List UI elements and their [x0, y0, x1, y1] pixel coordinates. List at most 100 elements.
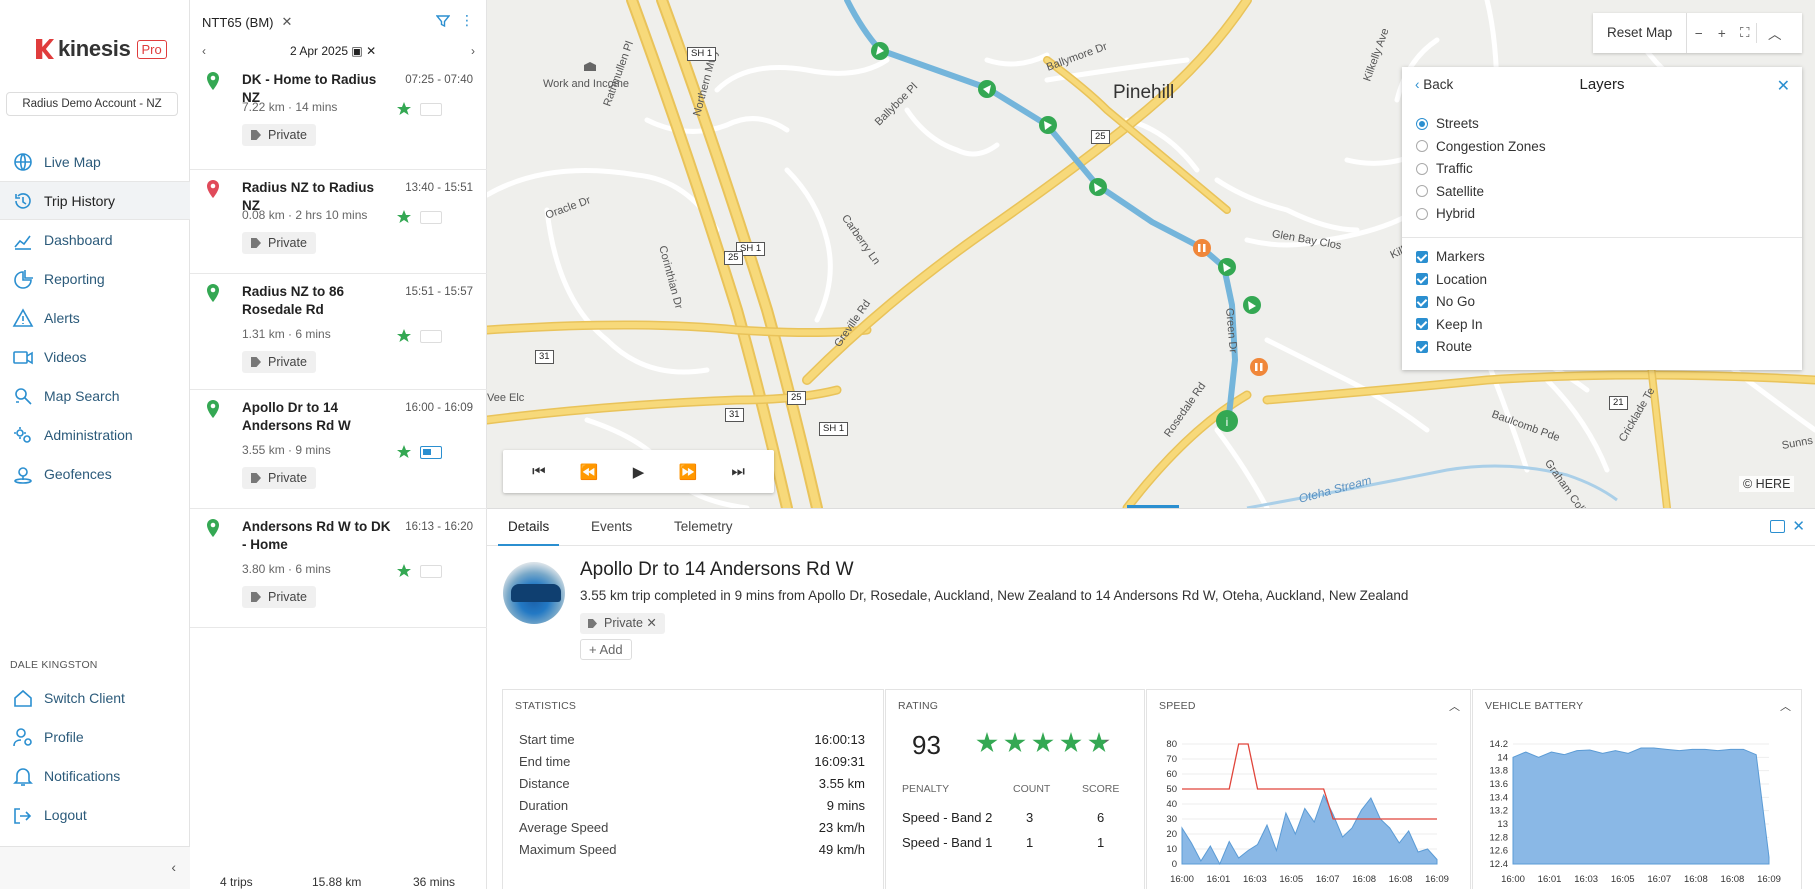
- star-icon[interactable]: [397, 329, 411, 343]
- nav-administration[interactable]: Administration: [0, 415, 190, 454]
- speed-chart[interactable]: 0 10 20 30 40 50 60 70 80 16:00 16:01 16:03 16:05 16:…: [1147, 720, 1472, 889]
- trip-list-item[interactable]: Apollo Dr to 14 Andersons Rd W 16:00 - 16…: [190, 390, 487, 509]
- collapse-sidebar-button[interactable]: ‹: [0, 846, 190, 889]
- map[interactable]: i Pinehill Work and Income Northern Mwy Ra…: [487, 0, 1815, 508]
- nav-switch-client[interactable]: Switch Client: [0, 678, 190, 717]
- nav-notifications[interactable]: Notifications: [0, 756, 190, 795]
- rewind-icon[interactable]: ⏪: [580, 463, 599, 481]
- reset-map-button[interactable]: Reset Map: [1593, 13, 1688, 53]
- checkbox[interactable]: [1416, 250, 1428, 263]
- next-day-button[interactable]: ›: [471, 44, 475, 58]
- trip-tag[interactable]: Private: [242, 232, 316, 254]
- chart-icon: [14, 235, 31, 250]
- y-tick-label: 13.8: [1490, 766, 1509, 777]
- layer-option-congestion-zones[interactable]: Congestion Zones: [1416, 139, 1546, 154]
- user-name: DALE KINGSTON: [10, 659, 98, 671]
- trip-list-item[interactable]: DK - Home to Radius NZ 07:25 - 07:40 7.22 …: [190, 62, 487, 170]
- nav-alerts[interactable]: Alerts: [0, 298, 190, 337]
- trip-tag[interactable]: Private: [242, 124, 316, 146]
- radio-button[interactable]: [1416, 117, 1428, 130]
- overlay-option-keep-in[interactable]: Keep In: [1416, 317, 1483, 332]
- zoom-in-icon[interactable]: +: [1710, 26, 1733, 41]
- tab-telemetry[interactable]: Telemetry: [674, 519, 733, 534]
- trip-select-toggle[interactable]: [420, 211, 442, 224]
- overlay-option-no-go[interactable]: No Go: [1416, 294, 1475, 309]
- nav-videos[interactable]: Videos: [0, 337, 190, 376]
- add-tag-button[interactable]: + Add: [580, 639, 632, 660]
- overlay-option-route[interactable]: Route: [1416, 339, 1472, 354]
- nav-map-search[interactable]: Map Search: [0, 376, 190, 415]
- layer-option-streets[interactable]: Streets: [1416, 116, 1479, 131]
- nav-reporting[interactable]: Reporting: [0, 259, 190, 298]
- star-icon[interactable]: [397, 445, 411, 459]
- trip-list-item[interactable]: Andersons Rd W to DK - Home 16:13 - 16:20…: [190, 509, 487, 628]
- trip-list-item[interactable]: Radius NZ to 86 Rosedale Rd 15:51 - 15:57…: [190, 274, 487, 390]
- battery-chart[interactable]: 12.4 12.6 12.8 13 13.2 13.4 13.6 13.8 14 14.2 16:0…: [1473, 720, 1803, 889]
- star-icon[interactable]: [397, 210, 411, 224]
- kinesis-logo[interactable]: kinesis Pro: [36, 36, 167, 62]
- clear-date-icon[interactable]: ✕: [366, 44, 376, 58]
- date-display[interactable]: 2 Apr 2025 ▣ ✕: [290, 44, 376, 58]
- trip-title: Apollo Dr to 14 Andersons Rd W: [242, 400, 351, 433]
- trip-list-item[interactable]: Radius NZ to Radius NZ 13:40 - 15:51 0.08 …: [190, 170, 487, 274]
- skip-end-icon[interactable]: ⏭: [731, 463, 745, 480]
- fast-forward-icon[interactable]: ⏩: [678, 463, 697, 481]
- nav-dashboard[interactable]: Dashboard: [0, 220, 190, 259]
- account-selector[interactable]: Radius Demo Account - NZ: [6, 92, 178, 116]
- zoom-out-icon[interactable]: −: [1687, 26, 1710, 41]
- nav-logout[interactable]: Logout: [0, 795, 190, 834]
- statistics-heading: STATISTICS: [515, 700, 577, 712]
- checkbox[interactable]: [1416, 318, 1428, 331]
- nav-label: Alerts: [44, 309, 80, 326]
- trip-select-toggle[interactable]: [420, 446, 442, 459]
- radio-button[interactable]: [1416, 140, 1428, 153]
- nav-live-map[interactable]: Live Map: [0, 142, 190, 181]
- trip-select-toggle[interactable]: [420, 103, 442, 116]
- checkbox[interactable]: [1416, 273, 1428, 286]
- more-options-icon[interactable]: ⋮: [460, 12, 474, 29]
- sidebar: kinesis Pro Radius Demo Account - NZ Liv…: [0, 0, 190, 889]
- layer-option-satellite[interactable]: Satellite: [1416, 184, 1484, 199]
- fullscreen-icon[interactable]: ⛶: [1733, 25, 1756, 41]
- radio-button[interactable]: [1416, 162, 1428, 175]
- overlay-option-markers[interactable]: Markers: [1416, 249, 1485, 264]
- layer-option-traffic[interactable]: Traffic: [1416, 161, 1473, 176]
- trip-select-toggle[interactable]: [420, 565, 442, 578]
- nav-geofences[interactable]: Geofences: [0, 454, 190, 493]
- star-icon[interactable]: [397, 102, 411, 116]
- checkbox[interactable]: [1416, 340, 1428, 353]
- trip-tag[interactable]: Private: [242, 586, 316, 608]
- nav-profile[interactable]: Profile: [0, 717, 190, 756]
- chevron-up-icon[interactable]: ︿: [1449, 698, 1460, 714]
- trip-tag[interactable]: Private: [242, 467, 316, 489]
- statistic-row: Average Speed 23 km/h: [519, 820, 865, 835]
- overlay-option-location[interactable]: Location: [1416, 272, 1487, 287]
- penalty-name: Speed - Band 1: [902, 835, 993, 850]
- close-details-icon[interactable]: ✕: [1792, 517, 1805, 535]
- trip-tag[interactable]: Private ✕: [580, 613, 665, 634]
- trip-select-toggle[interactable]: [420, 330, 442, 343]
- layout-icon[interactable]: [1770, 520, 1785, 533]
- chevron-up-icon[interactable]: ︿: [1756, 23, 1792, 43]
- layer-option-hybrid[interactable]: Hybrid: [1416, 206, 1475, 221]
- calendar-icon[interactable]: ▣: [351, 44, 362, 58]
- rating-heading: RATING: [898, 700, 939, 712]
- remove-tag-icon[interactable]: ✕: [646, 616, 656, 630]
- chevron-up-icon[interactable]: ︿: [1780, 698, 1791, 714]
- statistic-value: 16:00:13: [814, 732, 865, 747]
- tab-details[interactable]: Details: [497, 519, 560, 546]
- filter-icon[interactable]: [436, 14, 450, 28]
- skip-start-icon[interactable]: ⏮: [532, 463, 546, 480]
- checkbox[interactable]: [1416, 295, 1428, 308]
- close-icon[interactable]: ✕: [1777, 76, 1790, 96]
- previous-day-button[interactable]: ‹: [202, 44, 206, 58]
- nav-trip-history[interactable]: Trip History: [0, 181, 190, 220]
- clear-vehicle-icon[interactable]: ✕: [282, 14, 293, 30]
- radio-button[interactable]: [1416, 207, 1428, 220]
- y-tick-label: 0: [1172, 859, 1177, 870]
- star-icon[interactable]: [397, 564, 411, 578]
- play-icon[interactable]: ▶: [633, 463, 645, 481]
- tab-events[interactable]: Events: [591, 519, 632, 534]
- trip-tag[interactable]: Private: [242, 351, 316, 373]
- radio-button[interactable]: [1416, 185, 1428, 198]
